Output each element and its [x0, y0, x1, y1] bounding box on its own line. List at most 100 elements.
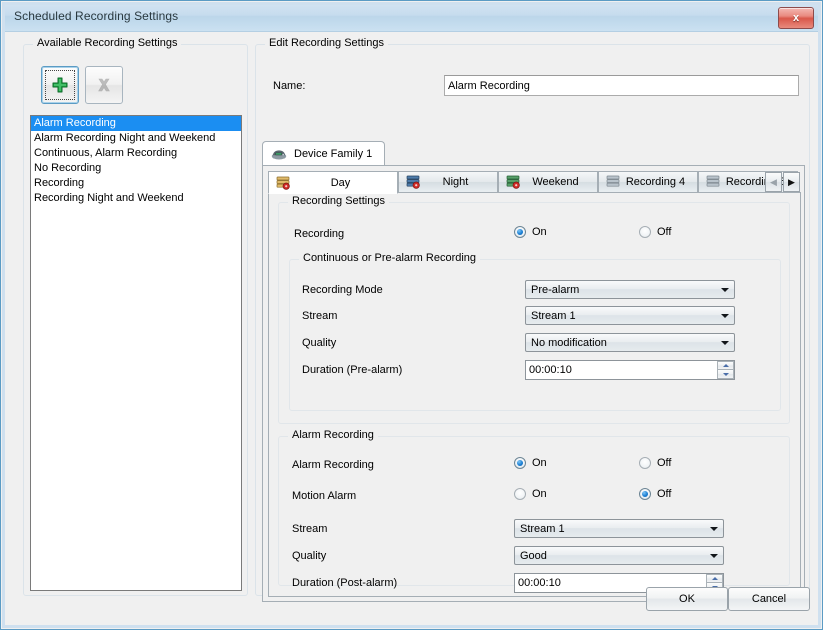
tab-recording-4-label: Recording 4: [625, 176, 686, 188]
list-item[interactable]: Recording: [31, 176, 241, 191]
continuous-prealarm-legend: Continuous or Pre-alarm Recording: [299, 252, 481, 264]
stream-select[interactable]: Stream 1: [525, 306, 735, 325]
alarm-recording-group: Alarm Recording Alarm Recording On Off M…: [278, 429, 790, 593]
recording-on-radio[interactable]: On: [514, 226, 547, 238]
recording-settings-legend: Recording Settings: [288, 195, 389, 207]
quality-label: Quality: [302, 337, 337, 349]
alarm-stream-label: Stream: [292, 523, 328, 535]
list-item[interactable]: Recording Night and Weekend: [31, 191, 241, 206]
triangle-up-icon: [722, 364, 729, 367]
motion-alarm-label: Motion Alarm: [292, 490, 357, 502]
continuous-prealarm-group: Continuous or Pre-alarm Recording Record…: [289, 252, 781, 411]
motion-alarm-on-radio[interactable]: On: [514, 488, 547, 500]
motion-alarm-off-label: Off: [657, 488, 672, 500]
add-recording-setting-button[interactable]: [41, 66, 79, 104]
window-title: Scheduled Recording Settings: [14, 9, 179, 23]
recording-stack-icon-red: [276, 176, 290, 190]
stepper-up-button[interactable]: [717, 361, 734, 370]
list-item[interactable]: Continuous, Alarm Recording: [31, 146, 241, 161]
edit-recording-settings-group: Edit Recording Settings Name: Device Fam…: [255, 37, 810, 602]
radio-dot-icon: [639, 226, 651, 238]
tab-device-family-1-label: Device Family 1: [294, 148, 373, 160]
device-icon: [271, 150, 287, 160]
triangle-up-icon: [711, 577, 718, 580]
alarm-stream-value: Stream 1: [520, 522, 565, 535]
tab-device-family-1[interactable]: Device Family 1: [262, 141, 386, 166]
recording-stack-icon-green: [506, 175, 520, 189]
schedule-tabstrip: Day Night Weekend Recording 4 Recording …: [268, 171, 801, 194]
close-icon: x: [792, 12, 800, 24]
alarm-quality-value: Good: [520, 549, 547, 562]
tab-day[interactable]: Day: [268, 171, 398, 194]
stream-label: Stream: [302, 310, 338, 322]
duration-prealarm-label: Duration (Pre-alarm): [302, 364, 403, 376]
recording-stack-icon-red: [406, 175, 420, 189]
duration-prealarm-value: 00:00:10: [529, 364, 572, 376]
stream-value: Stream 1: [531, 309, 576, 322]
tab-night-label: Night: [442, 176, 469, 188]
available-recording-settings-group: Available Recording Settings Alarm Recor…: [23, 37, 248, 596]
chevron-down-icon: [716, 287, 734, 292]
device-family-tabstrip: Device Family 1: [262, 141, 805, 166]
alarm-recording-label: Alarm Recording: [292, 459, 374, 471]
motion-alarm-off-radio[interactable]: Off: [639, 488, 671, 500]
chevron-down-icon: [705, 553, 723, 558]
recording-off-label: Off: [657, 226, 672, 238]
tab-weekend-label: Weekend: [532, 176, 579, 188]
tab-recording-4[interactable]: Recording 4: [598, 171, 698, 193]
alarm-stream-select[interactable]: Stream 1: [514, 519, 724, 538]
alarm-recording-on-label: On: [532, 457, 547, 469]
alarm-quality-select[interactable]: Good: [514, 546, 724, 565]
quality-select[interactable]: No modification: [525, 333, 735, 352]
list-item[interactable]: Alarm Recording: [31, 116, 241, 131]
chevron-down-icon: [716, 313, 734, 318]
name-input[interactable]: [444, 75, 799, 96]
title-bar: Scheduled Recording Settings x: [2, 2, 821, 32]
chevron-left-icon: ◀: [770, 176, 777, 187]
edit-group-legend: Edit Recording Settings: [265, 37, 388, 49]
duration-postalarm-label: Duration (Post-alarm): [292, 577, 398, 589]
recording-label: Recording: [294, 228, 345, 240]
ok-button[interactable]: OK: [646, 587, 728, 611]
day-tabpage: Recording Settings Recording On Off Cont…: [268, 192, 801, 597]
cancel-button[interactable]: Cancel: [728, 587, 810, 611]
tab-scroll-prev-button[interactable]: ◀: [765, 172, 782, 192]
triangle-down-icon: [722, 372, 729, 376]
recording-mode-label: Recording Mode: [302, 284, 383, 296]
available-group-legend: Available Recording Settings: [33, 37, 182, 49]
tab-day-label: Day: [330, 176, 351, 189]
recording-on-label: On: [532, 226, 547, 238]
list-item[interactable]: Alarm Recording Night and Weekend: [31, 131, 241, 146]
stepper-up-button[interactable]: [706, 574, 723, 583]
quality-value: No modification: [531, 336, 607, 349]
alarm-recording-off-radio[interactable]: Off: [639, 457, 671, 469]
tab-scroll-next-button[interactable]: ▶: [783, 172, 800, 192]
ok-button-label: OK: [679, 593, 695, 605]
alarm-recording-off-label: Off: [657, 457, 672, 469]
radio-dot-icon: [639, 457, 651, 469]
recording-mode-select[interactable]: Pre-alarm: [525, 280, 735, 299]
alarm-recording-on-radio[interactable]: On: [514, 457, 547, 469]
dialog-window: Scheduled Recording Settings x Available…: [0, 0, 823, 630]
chevron-right-icon: ▶: [788, 176, 795, 187]
recording-off-radio[interactable]: Off: [639, 226, 671, 238]
tab-weekend[interactable]: Weekend: [498, 171, 598, 193]
recording-mode-value: Pre-alarm: [531, 283, 580, 296]
chevron-down-icon: [716, 340, 734, 345]
close-button[interactable]: x: [778, 7, 814, 29]
delete-recording-setting-button[interactable]: [85, 66, 123, 104]
recording-settings-list[interactable]: Alarm Recording Alarm Recording Night an…: [30, 115, 242, 591]
radio-dot-icon: [514, 226, 526, 238]
recording-stack-icon-grey: [706, 175, 720, 187]
list-item[interactable]: No Recording: [31, 161, 241, 176]
tab-night[interactable]: Night: [398, 171, 498, 193]
radio-dot-icon: [639, 488, 651, 500]
duration-prealarm-stepper[interactable]: 00:00:10: [525, 360, 735, 380]
alarm-quality-label: Quality: [292, 550, 327, 562]
stepper-down-button[interactable]: [717, 370, 734, 379]
name-label: Name:: [273, 80, 306, 92]
plus-icon: [42, 67, 78, 103]
device-family-tabpage: Day Night Weekend Recording 4 Recording …: [262, 165, 805, 602]
recording-settings-group: Recording Settings Recording On Off Cont…: [278, 195, 790, 424]
duration-postalarm-value: 00:00:10: [518, 577, 561, 589]
